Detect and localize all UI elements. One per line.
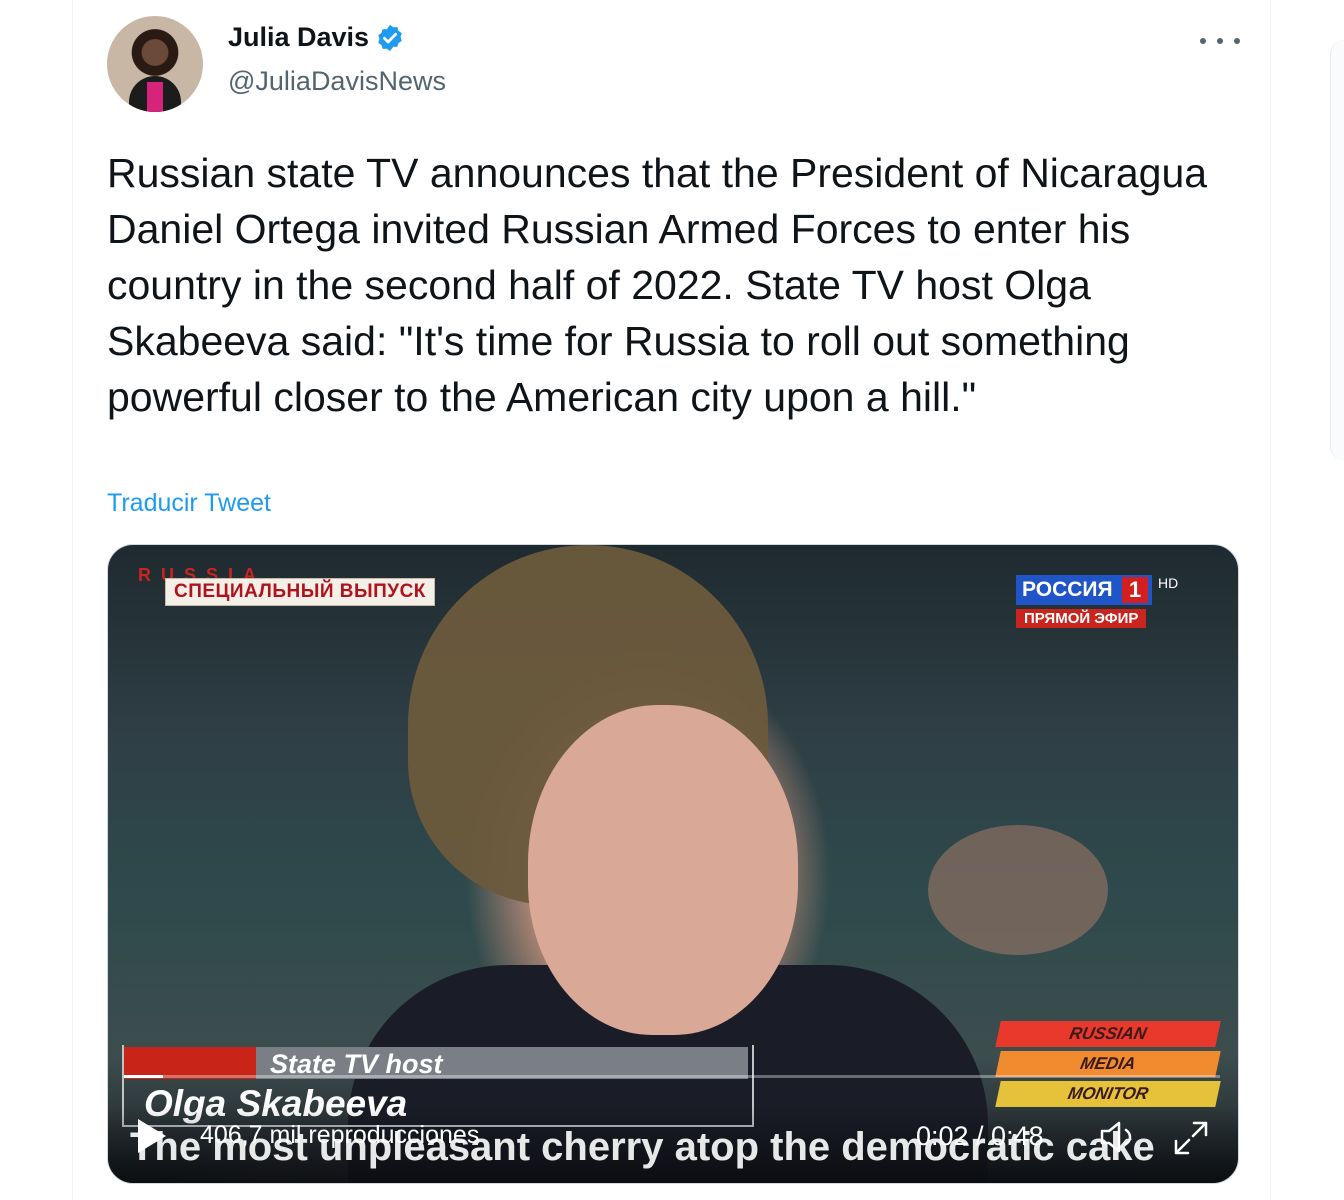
avatar-shirt bbox=[147, 82, 163, 112]
timeline-right-border bbox=[1270, 0, 1271, 1200]
author-name[interactable]: Julia Davis bbox=[228, 22, 369, 53]
special-edition-banner: СПЕЦИАЛЬНЫЙ ВЫПУСК bbox=[165, 578, 435, 606]
view-count: 406,7 mil reproducciones bbox=[200, 1121, 480, 1149]
video-timecode: 0:02 / 0:48 bbox=[916, 1121, 1044, 1151]
video-progress-bar[interactable] bbox=[124, 1075, 1220, 1078]
more-options-icon[interactable] bbox=[1200, 26, 1240, 56]
author-handle[interactable]: @JuliaDavisNews bbox=[228, 66, 446, 97]
play-icon[interactable] bbox=[138, 1119, 166, 1153]
media-monitor-logo: RUSSIAN MEDIA MONITOR bbox=[995, 1021, 1221, 1111]
verified-badge-icon bbox=[378, 24, 402, 51]
video-progress-fill bbox=[124, 1075, 164, 1078]
tweet-video-player[interactable]: RUSSIA СПЕЦИАЛЬНЫЙ ВЫПУСК РОССИЯ 1 HD ПР… bbox=[107, 544, 1239, 1184]
channel-name: РОССИЯ bbox=[1022, 578, 1113, 601]
tweet-text: Russian state TV announces that the Pres… bbox=[107, 150, 1208, 420]
monitor-line: MONITOR bbox=[995, 1081, 1221, 1107]
live-label: ПРЯМОЙ ЭФИР bbox=[1016, 609, 1147, 628]
timeline-left-border bbox=[72, 0, 73, 1200]
monitor-line: MEDIA bbox=[995, 1051, 1221, 1077]
channel-number: 1 bbox=[1122, 577, 1148, 603]
video-presenter-face bbox=[528, 705, 798, 1035]
more-dot bbox=[1200, 38, 1206, 44]
translate-tweet-link[interactable]: Traducir Tweet bbox=[107, 489, 271, 518]
author-name-row[interactable]: Julia Davis bbox=[228, 22, 405, 53]
video-background-hand bbox=[928, 825, 1108, 955]
hd-label: HD bbox=[1158, 575, 1179, 591]
fullscreen-icon[interactable] bbox=[1170, 1117, 1212, 1159]
sidebar-edge bbox=[1330, 40, 1344, 460]
more-dot bbox=[1234, 38, 1240, 44]
monitor-line: RUSSIAN bbox=[995, 1021, 1221, 1047]
channel-logo: РОССИЯ 1 bbox=[1016, 575, 1152, 605]
more-dot bbox=[1217, 38, 1223, 44]
volume-icon[interactable] bbox=[1098, 1119, 1142, 1155]
profile-avatar[interactable] bbox=[107, 16, 203, 112]
